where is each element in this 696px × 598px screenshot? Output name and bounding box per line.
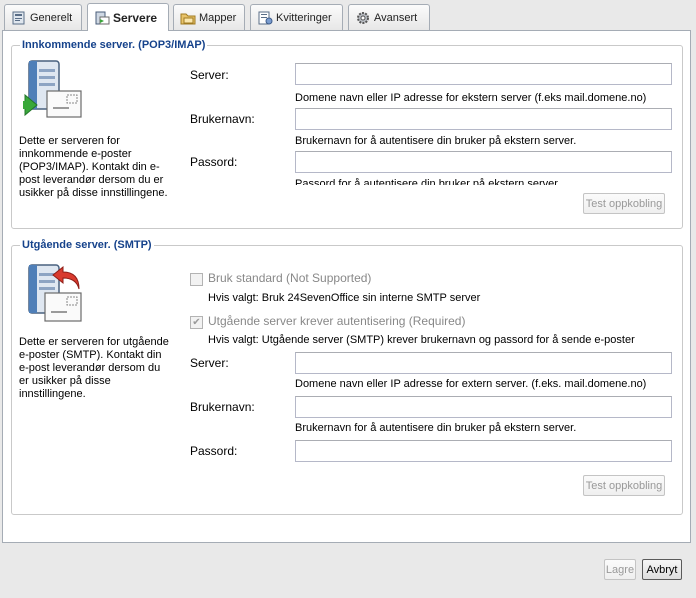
incoming-server-input[interactable]	[295, 63, 672, 85]
tab-servere[interactable]: Servere	[87, 3, 169, 31]
tab-label: Mapper	[199, 11, 237, 24]
use-default-help: Hvis valgt: Bruk 24SevenOffice sin inter…	[208, 292, 481, 304]
tab-label: Kvitteringer	[276, 11, 332, 24]
tab-avansert[interactable]: Avansert	[348, 4, 430, 30]
outgoing-username-input[interactable]	[295, 396, 672, 418]
incoming-server-help: Domene navn eller IP adresse for ekstern…	[295, 92, 647, 104]
incoming-username-label: Brukernavn:	[190, 112, 255, 126]
tab-label: Generelt	[30, 11, 73, 24]
outgoing-username-help: Brukernavn for å autentisere din bruker …	[295, 422, 577, 434]
receipt-icon	[257, 10, 273, 26]
incoming-legend: Innkommende server. (POP3/IMAP)	[22, 39, 206, 51]
requires-auth-checkbox[interactable]: ✔	[190, 316, 203, 329]
tab-label: Avansert	[374, 11, 418, 24]
tab-mapper[interactable]: Mapper	[173, 4, 245, 30]
outgoing-server-input[interactable]	[295, 352, 672, 374]
tab-label: Servere	[113, 10, 158, 25]
general-settings-icon	[11, 10, 27, 26]
incoming-server-illustration-icon	[23, 59, 87, 125]
folder-icon	[180, 10, 196, 26]
incoming-username-input[interactable]	[295, 108, 672, 130]
incoming-username-help: Brukernavn for å autentisere din bruker …	[295, 135, 577, 147]
outgoing-legend: Utgående server. (SMTP)	[22, 239, 152, 251]
use-default-checkbox[interactable]	[190, 273, 203, 286]
tab-kvitteringer[interactable]: Kvitteringer	[250, 4, 343, 30]
incoming-password-label: Passord:	[190, 155, 238, 169]
outgoing-password-input[interactable]	[295, 440, 672, 462]
incoming-server-label: Server:	[190, 68, 229, 82]
use-default-label: Bruk standard (Not Supported)	[208, 271, 372, 285]
outgoing-server-help: Domene navn eller IP adresse for extern …	[295, 378, 647, 390]
outgoing-server-label: Server:	[190, 356, 229, 370]
tab-bar: Generelt Servere Mapper Kvitteringer Ava…	[0, 0, 696, 31]
cancel-button[interactable]: Avbryt	[642, 559, 682, 580]
incoming-password-help: Passord for å autentisere din bruker på …	[295, 178, 561, 185]
requires-auth-help: Hvis valgt: Utgående server (SMTP) kreve…	[208, 334, 635, 346]
incoming-description: Dette er serveren for innkommende e-post…	[19, 135, 168, 199]
outgoing-server-illustration-icon	[23, 263, 87, 329]
server-icon	[94, 10, 110, 26]
tab-generelt[interactable]: Generelt	[4, 4, 82, 30]
outgoing-username-label: Brukernavn:	[190, 400, 255, 414]
outgoing-password-label: Passord:	[190, 444, 238, 458]
requires-auth-label: Utgående server krever autentisering (Re…	[208, 314, 466, 328]
incoming-test-connection-button[interactable]: Test oppkobling	[583, 193, 665, 214]
servers-panel: Innkommende server. (POP3/IMAP) Dette er…	[2, 30, 691, 543]
outgoing-description: Dette er serveren for utgående e-poster …	[19, 336, 169, 400]
save-button[interactable]: Lagre	[604, 559, 636, 580]
outgoing-test-connection-button[interactable]: Test oppkobling	[583, 475, 665, 496]
gear-icon	[355, 10, 371, 26]
incoming-password-input[interactable]	[295, 151, 672, 173]
